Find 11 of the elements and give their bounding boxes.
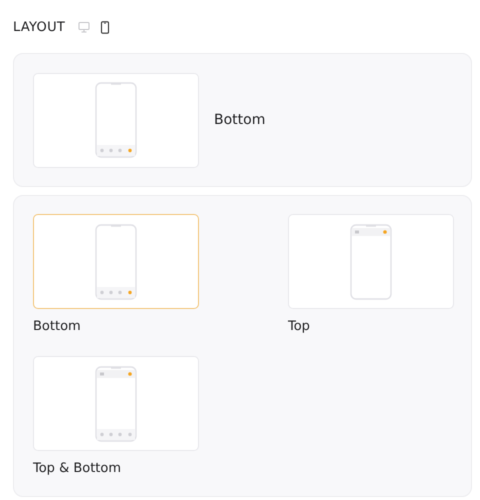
option-label: Bottom [33,319,82,334]
layout-select[interactable]: Bottom [13,53,472,187]
mobile-icon[interactable] [100,20,110,34]
option-label: Top & Bottom [33,461,122,476]
desktop-icon[interactable] [78,21,90,33]
layout-value: Bottom [214,112,266,128]
section-title: LAYOUT [13,20,66,34]
layout-option[interactable] [33,214,199,309]
option-label: Top [288,319,311,334]
layout-option[interactable] [288,214,454,309]
layout-option[interactable] [33,356,199,451]
